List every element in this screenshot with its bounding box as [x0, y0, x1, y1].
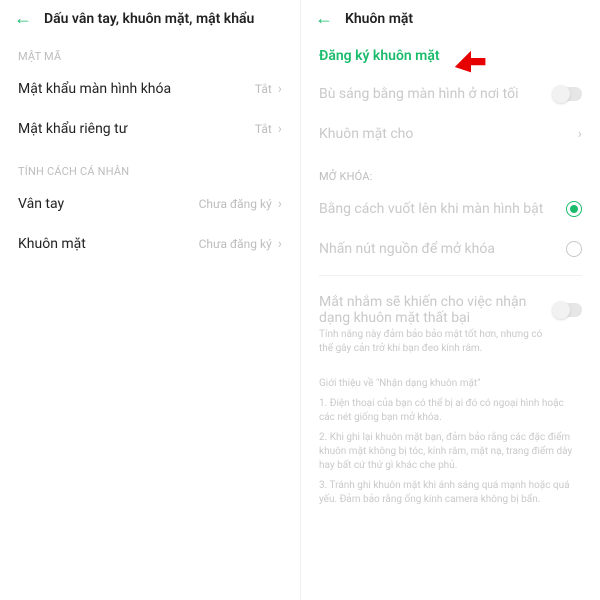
row-value: Tắt ›: [255, 81, 282, 97]
row-label: Vân tay: [18, 196, 64, 212]
page-title: Dấu vân tay, khuôn mặt, mật khẩu: [44, 11, 254, 27]
chevron-right-icon: ›: [578, 126, 582, 142]
toggle-off-icon: [552, 87, 582, 101]
row-label: Khuôn mặt: [18, 236, 86, 252]
row-face-for: Khuôn mặt cho ›: [301, 114, 600, 154]
register-face-link[interactable]: Đăng ký khuôn mặt: [301, 34, 600, 74]
section-passcode: MẬT MÃ: [0, 34, 300, 69]
settings-face-panel: ← Khuôn mặt Đăng ký khuôn mặt Bù sáng bằ…: [300, 0, 600, 600]
radio-unselected-icon: [566, 241, 582, 257]
row-label: Nhấn nút nguồn để mở khóa: [319, 241, 495, 257]
section-unlock: MỞ KHÓA:: [301, 154, 600, 189]
row-private-password[interactable]: Mật khẩu riêng tư Tắt ›: [0, 109, 300, 149]
face-recognition-intro: Giới thiệu về "Nhận dạng khuôn mặt" 1. Đ…: [301, 367, 600, 523]
row-face[interactable]: Khuôn mặt Chưa đăng ký ›: [0, 224, 300, 264]
toggle-off-icon: [552, 303, 582, 317]
section-personal: TÍNH CÁCH CÁ NHÂN: [0, 149, 300, 184]
radio-swipe-unlock: Bằng cách vuốt lên khi màn hình bật: [301, 189, 600, 229]
row-value: Tắt ›: [255, 121, 282, 137]
row-label: Mật khẩu riêng tư: [18, 121, 127, 137]
row-eyes-closed: Mắt nhắm sẽ khiến cho việc nhận dạng khu…: [301, 282, 600, 367]
row-screen-brightness-compensate: Bù sáng bằng màn hình ở nơi tối: [301, 74, 600, 114]
row-label: Bù sáng bằng màn hình ở nơi tối: [319, 86, 518, 102]
divider: [319, 275, 582, 276]
radio-selected-icon: [566, 201, 582, 217]
row-label: Mắt nhắm sẽ khiến cho việc nhận dạng khu…: [319, 294, 529, 326]
topbar: ← Dấu vân tay, khuôn mặt, mật khẩu: [0, 0, 300, 34]
row-label: Khuôn mặt cho: [319, 126, 413, 142]
radio-power-unlock: Nhấn nút nguồn để mở khóa: [301, 229, 600, 269]
red-arrow-icon: [453, 40, 489, 76]
row-label: Bằng cách vuốt lên khi màn hình bật: [319, 201, 543, 217]
back-icon[interactable]: ←: [14, 10, 32, 28]
page-title: Khuôn mặt: [345, 11, 413, 27]
row-value: Chưa đăng ký ›: [199, 196, 282, 212]
back-icon[interactable]: ←: [315, 10, 333, 28]
settings-biometrics-panel: ← Dấu vân tay, khuôn mặt, mật khẩu MẬT M…: [0, 0, 300, 600]
row-label: Mật khẩu màn hình khóa: [18, 81, 171, 97]
chevron-right-icon: ›: [278, 236, 282, 252]
row-fingerprint[interactable]: Vân tay Chưa đăng ký ›: [0, 184, 300, 224]
row-value: Chưa đăng ký ›: [199, 236, 282, 252]
chevron-right-icon: ›: [278, 121, 282, 137]
chevron-right-icon: ›: [278, 196, 282, 212]
topbar: ← Khuôn mặt: [301, 0, 600, 34]
chevron-right-icon: ›: [278, 81, 282, 97]
row-description: Tính năng này đảm bảo bảo mật tốt hơn, n…: [319, 328, 582, 355]
row-lockscreen-password[interactable]: Mật khẩu màn hình khóa Tắt ›: [0, 69, 300, 109]
